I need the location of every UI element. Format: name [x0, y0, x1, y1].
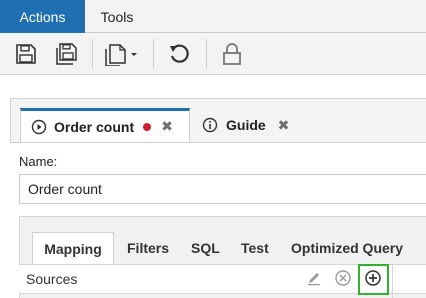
tab-guide-label: Guide	[226, 117, 266, 133]
name-input[interactable]: Order count	[19, 174, 426, 204]
menu-tab-tools[interactable]: Tools	[85, 0, 149, 33]
sources-label: Sources	[26, 271, 78, 287]
toolbar-separator	[206, 39, 207, 69]
modified-indicator	[143, 122, 152, 131]
remove-source-button[interactable]	[333, 268, 353, 288]
new-document-dropdown-icon	[105, 44, 137, 66]
subtab-test[interactable]: Test	[241, 232, 269, 264]
undo-icon	[170, 44, 189, 63]
save-all-button[interactable]	[52, 39, 82, 69]
close-tab-guide-icon[interactable]: ✖	[278, 117, 290, 134]
subtab-optimized-query[interactable]: Optimized Query	[291, 232, 403, 264]
info-circle-icon	[202, 117, 218, 133]
tab-order-count[interactable]: Order count ✖	[20, 108, 190, 142]
subtab-mapping[interactable]: Mapping	[32, 232, 114, 264]
tab-guide[interactable]: Guide ✖	[196, 108, 306, 142]
play-circle-icon	[31, 119, 47, 134]
toolbar-gap	[0, 76, 426, 98]
new-document-dropdown[interactable]	[100, 39, 142, 69]
subtab-filters[interactable]: Filters	[127, 232, 169, 264]
toolbar	[0, 33, 426, 75]
menu-bar: Actions Tools	[0, 0, 426, 33]
edit-source-button[interactable]	[304, 268, 324, 288]
toolbar-separator	[92, 39, 93, 69]
undo-button[interactable]	[164, 39, 194, 69]
subtab-sql[interactable]: SQL	[191, 232, 220, 264]
lock-icon	[223, 43, 241, 65]
add-source-highlight	[358, 264, 389, 295]
tab-order-count-label: Order count	[54, 118, 135, 135]
remove-circle-icon	[335, 270, 351, 286]
pencil-icon	[308, 273, 320, 286]
close-tab-order-count-icon[interactable]: ✖	[161, 118, 173, 135]
save-icon	[16, 44, 36, 64]
save-all-icon	[56, 43, 77, 65]
menu-tab-actions[interactable]: Actions	[0, 0, 85, 33]
name-label: Name:	[19, 154, 58, 169]
column-divider	[392, 264, 393, 298]
toolbar-separator	[153, 39, 154, 69]
lock-button[interactable]	[218, 39, 246, 69]
save-button[interactable]	[12, 39, 40, 69]
